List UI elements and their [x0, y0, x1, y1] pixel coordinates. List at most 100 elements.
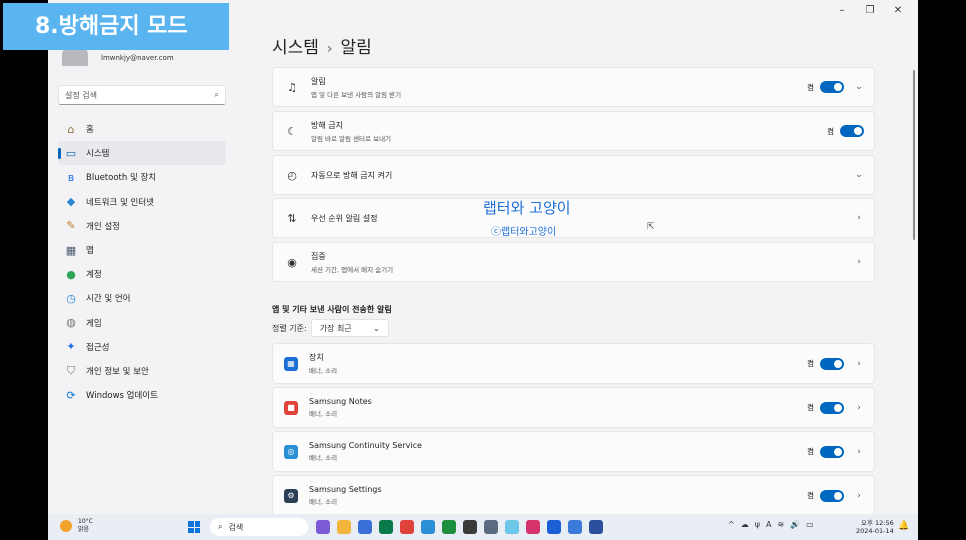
chevron-right-icon[interactable]: ›	[854, 403, 864, 413]
sort-row: 정렬 기준: 가장 최근 ⌄	[272, 319, 389, 337]
weather-text: 맑음	[78, 526, 90, 533]
samsung-continuity-icon: ◎	[284, 444, 298, 459]
taskbar-app-icon[interactable]	[484, 520, 498, 534]
samsung-notes-icon: ■	[284, 400, 298, 415]
chevron-right-icon[interactable]: ›	[854, 447, 864, 457]
sidebar-item[interactable]: ◷ 시간 및 언어	[58, 286, 226, 310]
taskbar-apps	[316, 520, 610, 534]
sidebar-item[interactable]: ⌂ 홈	[58, 117, 226, 141]
sidebar: lmwnkjy@naver.com 설정 검색 ⌕ ⌂ 홈 ▭ 시스템 ʙ Bluetoo…	[48, 0, 233, 514]
breadcrumb-parent[interactable]: 시스템	[272, 38, 319, 58]
focus-icon: ◉	[287, 255, 297, 269]
setting-subtitle: 세션 기간, 앱에서 배지 숨기기	[311, 265, 394, 274]
bell-dnd-icon: ☾	[287, 124, 297, 138]
taskbar-app-icon[interactable]	[316, 520, 330, 534]
app-title: 장치	[309, 353, 324, 362]
sidebar-item-label: Bluetooth 및 장치	[86, 173, 157, 184]
watermark-title: 랩터와 고양이	[483, 199, 571, 217]
setting-card[interactable]: ◴ 자동으로 방해 금지 켜기 ⌄	[272, 155, 875, 195]
breadcrumb-current: 알림	[340, 38, 372, 58]
setting-card[interactable]: ♫ 알림 앱 및 다른 보낸 사람의 알림 받기 켬 ⌄	[272, 67, 875, 107]
taskbar-app-icon[interactable]	[526, 520, 540, 534]
home-icon: ⌂	[67, 122, 75, 136]
app-subtitle: 배너, 소리	[309, 454, 338, 462]
tray-icon[interactable]: ≋	[777, 520, 784, 529]
taskbar: 10°C 맑음 ⌕ 검색 ^ ☁ ψ A ≋ 🔊 ▭ 오후 12:56 2024-01-14…	[48, 514, 918, 540]
tray-icon[interactable]: 🔊	[790, 520, 800, 529]
taskbar-app-icon[interactable]	[358, 520, 372, 534]
taskbar-search[interactable]: ⌕ 검색	[210, 518, 308, 536]
setting-card[interactable]: ⇅ 우선 순위 알림 설정 ›	[272, 198, 875, 238]
taskbar-app-icon[interactable]	[589, 520, 603, 534]
clock[interactable]: 오후 12:56 2024-01-14	[856, 519, 894, 535]
taskbar-app-icon[interactable]	[379, 520, 393, 534]
chevron-right-icon[interactable]: ›	[854, 359, 864, 369]
sidebar-item[interactable]: ◆ 네트워크 및 인터넷	[58, 190, 226, 214]
sidebar-item[interactable]: ● 계정	[58, 262, 226, 286]
weather-temp: 10°C	[78, 518, 93, 525]
toggle-switch[interactable]	[820, 489, 844, 502]
app-notification-row[interactable]: ⚙ Samsung Settings 배너, 소리 켬 ›	[272, 475, 875, 514]
monitor-icon: ▭	[65, 146, 77, 160]
bluetooth-icon: ʙ	[67, 170, 75, 184]
sidebar-item[interactable]: ⛉ 개인 정보 및 보안	[58, 359, 226, 383]
sort-dropdown[interactable]: 가장 최근 ⌄	[310, 319, 389, 337]
sidebar-item[interactable]: ◍ 게임	[58, 311, 226, 335]
tray-icon[interactable]: ψ	[755, 520, 760, 529]
taskbar-app-icon[interactable]	[400, 520, 414, 534]
app-notification-row[interactable]: ■ Samsung Notes 배너, 소리 켬 ›	[272, 387, 875, 428]
taskbar-app-icon[interactable]	[547, 520, 561, 534]
clock-time: 오후 12:56	[861, 519, 894, 527]
weather-widget[interactable]: 10°C 맑음	[60, 518, 93, 534]
tray-icon[interactable]: A	[766, 520, 771, 529]
setting-card[interactable]: ◉ 집중 세션 기간, 앱에서 배지 숨기기 ›	[272, 242, 875, 282]
sidebar-item-label: 접근성	[86, 342, 110, 353]
sidebar-item-label: 시간 및 언어	[86, 294, 131, 305]
tray-icon[interactable]: ▭	[806, 520, 814, 529]
chevron-icon[interactable]: ⌄	[854, 170, 864, 180]
toggle-switch[interactable]	[840, 125, 864, 137]
priority-sort-icon: ⇅	[287, 211, 297, 225]
mouse-cursor-icon: ⇱	[647, 222, 655, 232]
setting-title: 우선 순위 알림 설정	[311, 213, 378, 223]
taskbar-app-icon[interactable]	[505, 520, 519, 534]
taskbar-app-icon[interactable]	[463, 520, 477, 534]
chevron-right-icon[interactable]: ›	[854, 491, 864, 501]
app-notification-row[interactable]: ▦ 장치 배너, 소리 켬 ›	[272, 343, 875, 384]
toggle-switch[interactable]	[820, 445, 844, 458]
sidebar-item[interactable]: ▭ 시스템	[58, 141, 226, 166]
taskbar-app-icon[interactable]	[337, 520, 351, 534]
tray-icon[interactable]: ^	[728, 520, 735, 529]
notification-bell-icon[interactable]: 🔔	[898, 521, 909, 531]
sidebar-item[interactable]: ✦ 접근성	[58, 335, 226, 359]
scrollbar[interactable]	[913, 70, 915, 240]
settings-search-input[interactable]: 설정 검색 ⌕	[58, 85, 226, 105]
search-icon: ⌕	[218, 522, 223, 531]
toggle-switch[interactable]	[820, 81, 844, 93]
toggle-switch[interactable]	[820, 357, 844, 370]
clock-date: 2024-01-14	[856, 527, 894, 535]
taskbar-app-icon[interactable]	[568, 520, 582, 534]
tray-icon[interactable]: ☁	[741, 520, 749, 529]
toggle-state-label: 켬	[807, 447, 814, 456]
sidebar-item[interactable]: ʙ Bluetooth 및 장치	[58, 165, 226, 189]
app-title: Samsung Settings	[309, 485, 382, 494]
taskbar-app-icon[interactable]	[442, 520, 456, 534]
apps-icon: ▦	[65, 243, 77, 257]
setting-card[interactable]: ☾ 방해 금지 알림 바로 알림 센터로 보내기 켬	[272, 111, 875, 151]
chevron-icon[interactable]: ›	[854, 213, 864, 223]
app-notification-row[interactable]: ◎ Samsung Continuity Service 배너, 소리 켬 ›	[272, 431, 875, 472]
start-button[interactable]	[188, 521, 200, 533]
setting-title: 방해 금지	[311, 120, 343, 130]
sidebar-item[interactable]: ⟳ Windows 업데이트	[58, 383, 226, 407]
taskbar-app-icon[interactable]	[421, 520, 435, 534]
toggle-state-label: 켬	[807, 491, 814, 500]
sort-value: 가장 최근	[319, 323, 352, 333]
setting-title: 자동으로 방해 금지 켜기	[311, 170, 393, 180]
sidebar-item[interactable]: ✎ 개인 설정	[58, 214, 226, 238]
chevron-icon[interactable]: ⌄	[854, 82, 864, 92]
sidebar-item[interactable]: ▦ 앱	[58, 238, 226, 262]
search-icon: ⌕	[214, 90, 219, 99]
toggle-switch[interactable]	[820, 401, 844, 414]
chevron-icon[interactable]: ›	[854, 257, 864, 267]
